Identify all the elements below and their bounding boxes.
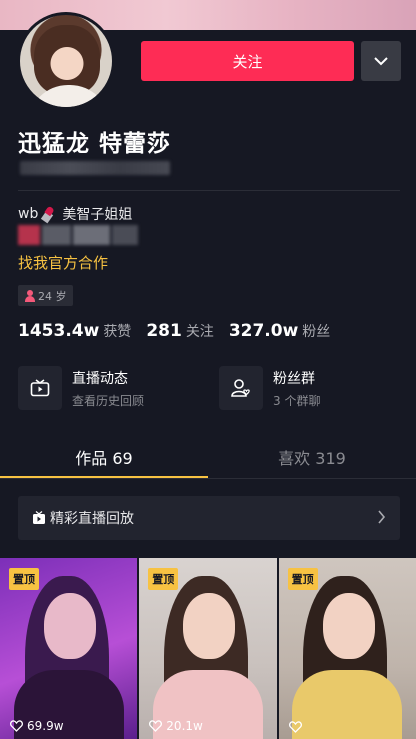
video-tile[interactable]: 置顶 xyxy=(278,558,416,739)
video-likes xyxy=(288,721,306,733)
heart-icon xyxy=(10,720,23,732)
user-id-redacted xyxy=(20,161,170,175)
follow-button[interactable]: 关注 xyxy=(141,41,354,81)
fan-group-entry[interactable]: 粉丝群 3 个群聊 xyxy=(219,364,320,412)
video-likes: 69.9w xyxy=(10,719,64,733)
following-label[interactable]: 关注 xyxy=(186,321,214,341)
fan-group-subtitle: 3 个群聊 xyxy=(273,393,321,408)
heart-icon xyxy=(288,721,302,733)
video-thumbnail-body xyxy=(292,670,403,739)
video-likes-count: 20.1w xyxy=(166,719,203,733)
signature-name: 美智子姐姐 xyxy=(62,207,133,223)
pinned-badge: 置顶 xyxy=(287,568,318,590)
pinned-badge: 置顶 xyxy=(148,568,179,590)
video-tile[interactable]: 置顶 69.9w xyxy=(0,558,138,739)
live-replay-label: 精彩直播回放 xyxy=(50,511,134,527)
video-tile[interactable]: 置顶 20.1w xyxy=(139,558,277,739)
video-thumbnail-face xyxy=(43,593,96,659)
cooperation-link[interactable]: 找我官方合作 xyxy=(18,252,108,273)
more-options-button[interactable] xyxy=(361,41,401,81)
video-likes: 20.1w xyxy=(149,719,203,733)
age-label: 24 岁 xyxy=(38,289,67,303)
heart-icon xyxy=(149,720,163,732)
signature-redacted xyxy=(18,225,138,245)
live-moments-subtitle: 查看历史回顾 xyxy=(72,393,145,408)
pinned-badge: 置顶 xyxy=(9,568,39,590)
lipstick-icon xyxy=(40,206,56,222)
fan-group-icon xyxy=(219,366,263,410)
following-count[interactable]: 281 xyxy=(146,321,182,341)
female-icon xyxy=(24,289,36,302)
chevron-right-icon xyxy=(378,510,386,524)
likes-count: 1453.4w xyxy=(18,321,100,341)
video-thumbnail-face xyxy=(183,593,236,659)
likes-label: 获赞 xyxy=(103,324,132,340)
avatar[interactable] xyxy=(17,12,115,110)
live-moments-entry[interactable]: 直播动态 查看历史回顾 xyxy=(18,364,144,412)
fans-label[interactable]: 粉丝 xyxy=(302,321,330,341)
chevron-down-icon xyxy=(374,56,388,65)
tab-divider xyxy=(0,478,416,479)
age-tag: 24 岁 xyxy=(18,285,73,306)
live-tv-icon xyxy=(18,366,62,410)
live-moments-title: 直播动态 xyxy=(72,370,128,387)
signature-prefix: wb xyxy=(18,206,39,222)
fan-group-title: 粉丝群 xyxy=(273,370,315,387)
stats-row: 1453.4w 获赞 281 关注 327.0w 粉丝 xyxy=(18,321,345,341)
live-replay-bar[interactable]: 精彩直播回放 xyxy=(18,496,400,540)
avatar-shoulders xyxy=(28,85,110,107)
video-thumbnail-face xyxy=(322,593,375,659)
video-likes-count: 69.9w xyxy=(27,719,64,733)
signature-line: wb 美智子姐姐 xyxy=(18,204,132,224)
replay-tv-icon xyxy=(33,511,45,524)
video-grid: 置顶 69.9w 置顶 20.1w 置顶 xyxy=(0,558,416,739)
fans-count[interactable]: 327.0w xyxy=(229,321,298,341)
tab-likes[interactable]: 喜欢 319 xyxy=(208,437,416,479)
divider xyxy=(18,190,400,191)
profile-name: 迅猛龙 特蕾莎 xyxy=(18,131,172,157)
tab-works[interactable]: 作品 69 xyxy=(0,437,208,479)
content-tabs: 作品 69 喜欢 319 xyxy=(0,437,416,479)
